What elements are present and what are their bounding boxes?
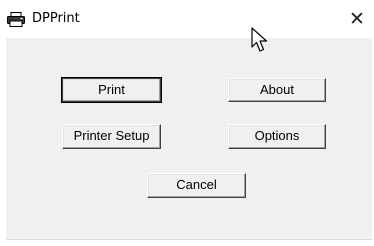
close-button[interactable]: ✕ <box>346 8 368 30</box>
about-button[interactable]: About <box>228 78 326 102</box>
close-icon: ✕ <box>349 8 365 30</box>
cancel-button[interactable]: Cancel <box>147 173 246 198</box>
printer-icon <box>7 12 25 27</box>
printer-setup-button[interactable]: Printer Setup <box>62 124 161 149</box>
options-button[interactable]: Options <box>228 124 326 149</box>
title-bar[interactable]: DPPrint ✕ <box>0 0 374 38</box>
window-title: DPPrint <box>32 11 80 26</box>
dpprint-dialog: DPPrint ✕ Print About Printer Setup Opti… <box>0 0 374 246</box>
dialog-body: Print About Printer Setup Options Cancel <box>6 38 372 240</box>
mouse-pointer-icon <box>251 27 268 52</box>
print-button[interactable]: Print <box>61 77 162 103</box>
